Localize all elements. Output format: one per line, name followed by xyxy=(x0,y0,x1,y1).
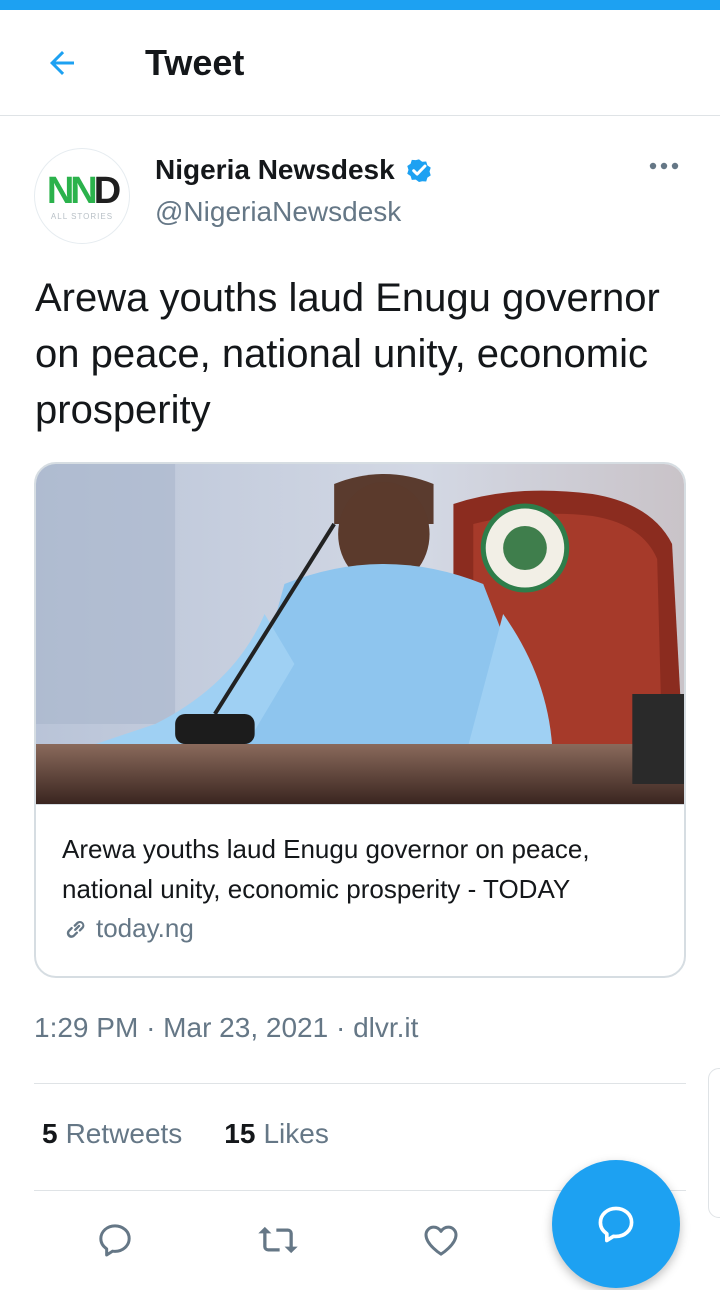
retweet-button[interactable] xyxy=(253,1215,303,1265)
tweet-text: Arewa youths laud Enugu governor on peac… xyxy=(35,276,660,432)
more-horizontal-icon xyxy=(649,162,679,170)
card-title: Arewa youths laud Enugu governor on peac… xyxy=(62,834,590,904)
back-button[interactable] xyxy=(40,41,84,85)
likes-count: 15 xyxy=(224,1118,256,1149)
arrow-left-icon xyxy=(50,50,74,75)
card-image xyxy=(36,464,684,804)
heart-icon xyxy=(424,1225,458,1256)
retweets-count: 5 xyxy=(42,1118,58,1149)
compose-reply-icon xyxy=(598,1206,634,1243)
tweet-source-link[interactable]: dlvr.it xyxy=(353,1012,418,1043)
retweets-stat[interactable]: 5 Retweets xyxy=(42,1118,182,1150)
link-card[interactable]: Arewa youths laud Enugu governor on peac… xyxy=(34,462,686,978)
like-button[interactable] xyxy=(416,1215,466,1265)
more-options-button[interactable] xyxy=(644,146,684,186)
author-name-text: Nigeria Newsdesk xyxy=(155,154,395,185)
card-domain: today.ng xyxy=(96,913,194,943)
compose-reply-button[interactable] xyxy=(552,1160,680,1288)
header: Tweet xyxy=(0,10,720,116)
retweets-label: Retweets xyxy=(65,1118,183,1149)
tweet-time: 1:29 PM xyxy=(34,1012,139,1043)
author-handle[interactable]: @NigeriaNewsdesk xyxy=(155,196,401,228)
link-icon xyxy=(66,920,85,938)
likes-label: Likes xyxy=(263,1118,329,1149)
retweet-icon xyxy=(258,1226,298,1254)
card-body: Arewa youths laud Enugu governor on peac… xyxy=(36,804,684,944)
reply-icon xyxy=(99,1224,131,1257)
avatar-sub-text: ALL STORIES xyxy=(50,211,114,221)
reply-button[interactable] xyxy=(90,1215,140,1265)
author-row: NND ALL STORIES Nigeria Newsdesk @Nigeri… xyxy=(0,116,720,256)
tweet-meta: 1:29 PM · Mar 23, 2021 · dlvr.it xyxy=(34,1012,418,1044)
side-panel-edge xyxy=(708,1068,720,1218)
page-title: Tweet xyxy=(145,41,245,83)
top-accent-bar xyxy=(0,0,720,10)
tweet-date: Mar 23, 2021 xyxy=(163,1012,329,1043)
meta-separator: · xyxy=(146,1012,156,1043)
meta-separator: · xyxy=(335,1012,346,1043)
divider xyxy=(34,1083,686,1084)
avatar-logo: NND xyxy=(46,169,121,212)
tweet-stats: 5 Retweets 15 Likes xyxy=(42,1118,329,1150)
avatar[interactable]: NND ALL STORIES xyxy=(34,148,130,244)
card-domain-row: today.ng xyxy=(62,913,658,944)
author-name[interactable]: Nigeria Newsdesk xyxy=(155,154,435,186)
likes-stat[interactable]: 15 Likes xyxy=(224,1118,329,1150)
verified-badge-icon xyxy=(406,159,431,182)
